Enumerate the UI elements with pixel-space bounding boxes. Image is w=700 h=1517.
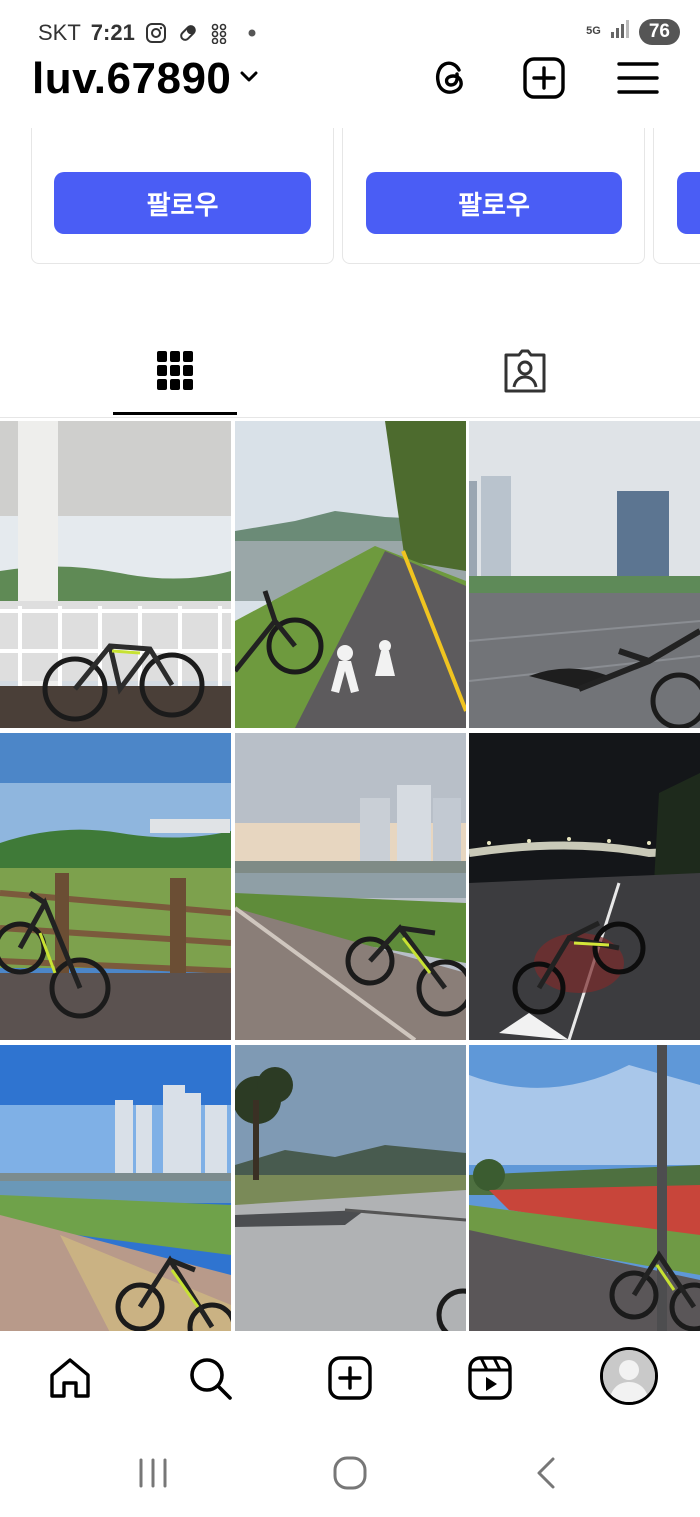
suggestion-card: 팔로우: [31, 128, 334, 264]
recent-apps-icon[interactable]: [128, 1451, 178, 1495]
back-icon[interactable]: [521, 1451, 571, 1495]
username[interactable]: luv.67890: [32, 54, 231, 104]
signal-icon: [609, 18, 631, 45]
system-navigation: [0, 1425, 700, 1517]
post-thumbnail[interactable]: [469, 421, 700, 728]
suggestion-card: [653, 128, 700, 264]
chevron-down-icon[interactable]: [239, 70, 259, 89]
home-circle-icon[interactable]: [325, 1451, 375, 1495]
post-thumbnail[interactable]: [235, 733, 466, 1040]
dots-app-icon: [209, 22, 231, 44]
grid-icon: [156, 349, 194, 398]
threads-icon[interactable]: [428, 56, 472, 100]
tab-posts[interactable]: [113, 330, 237, 416]
post-thumbnail[interactable]: [235, 421, 466, 728]
notification-dot-icon: [241, 22, 263, 44]
suggestion-card: 팔로우: [342, 128, 645, 264]
suggested-accounts: 팔로우 팔로우: [0, 128, 700, 268]
profile-tabs: [0, 330, 700, 418]
pill-icon: [177, 22, 199, 44]
profile-header: luv.67890: [0, 52, 700, 112]
battery-level: 76: [638, 18, 680, 45]
post-thumbnail[interactable]: [0, 421, 231, 728]
bottom-navigation: [0, 1331, 700, 1425]
create-icon[interactable]: [325, 1353, 375, 1403]
follow-button[interactable]: 팔로우: [366, 172, 622, 234]
post-thumbnail[interactable]: [235, 1045, 466, 1331]
status-left: SKT 7:21: [38, 20, 263, 46]
follow-button[interactable]: 팔로우: [54, 172, 311, 234]
tab-tagged[interactable]: [463, 330, 587, 416]
carrier-label: SKT: [38, 20, 81, 45]
instagram-icon: [145, 22, 167, 44]
create-post-icon[interactable]: [522, 56, 566, 100]
clock: 7:21: [90, 20, 135, 45]
post-thumbnail[interactable]: [469, 733, 700, 1040]
reels-icon[interactable]: [465, 1353, 515, 1403]
menu-icon[interactable]: [616, 56, 660, 100]
post-thumbnail[interactable]: [0, 733, 231, 1040]
posts-grid: [0, 421, 700, 1331]
profile-avatar[interactable]: [600, 1347, 658, 1405]
tagged-person-icon: [502, 349, 548, 398]
selected-tab-indicator: [113, 412, 237, 415]
post-thumbnail[interactable]: [469, 1045, 700, 1331]
search-icon[interactable]: [185, 1353, 235, 1403]
post-thumbnail[interactable]: [0, 1045, 231, 1331]
follow-button[interactable]: [677, 172, 700, 234]
status-bar: SKT 7:21 5G 76: [0, 0, 700, 58]
network-badge: 5G: [586, 25, 601, 37]
account-switcher[interactable]: luv.67890: [32, 54, 259, 104]
status-right: 5G 76: [586, 18, 680, 45]
home-icon[interactable]: [45, 1353, 95, 1403]
